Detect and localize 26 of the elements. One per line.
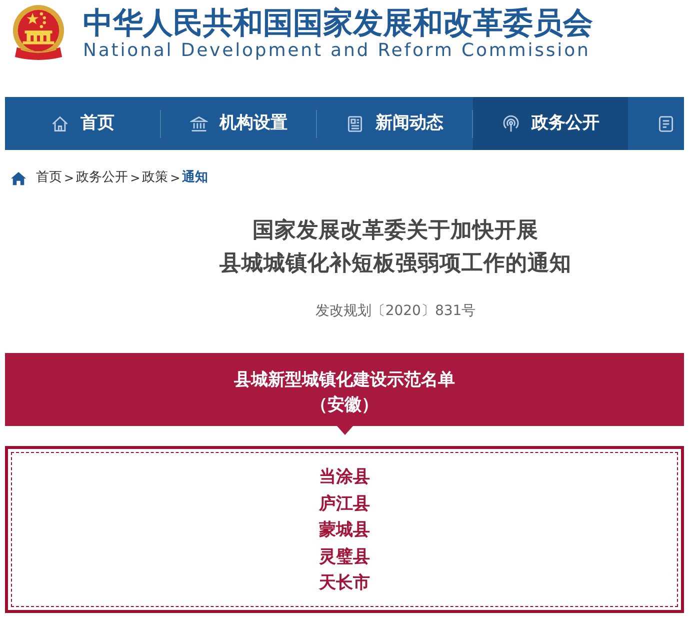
county-name: 庐江县 xyxy=(319,492,370,516)
site-subtitle: National Development and Reform Commission xyxy=(83,41,590,61)
county-name: 蒙城县 xyxy=(319,519,370,542)
site-title: 中华人民共和国国家发展和改革委员会 xyxy=(83,7,593,41)
county-name: 天长市 xyxy=(319,572,370,595)
columns-building-icon xyxy=(190,114,208,132)
document-icon xyxy=(657,114,675,132)
banner-subtitle: （安徽） xyxy=(310,394,378,417)
broadcast-icon xyxy=(502,114,520,132)
document-number: 发改规划〔2020〕831号 xyxy=(315,302,476,321)
county-name: 灵璧县 xyxy=(319,546,370,568)
breadcrumb-link[interactable]: 通知 xyxy=(182,168,208,188)
breadcrumb-separator: > xyxy=(170,170,180,187)
newspaper-icon xyxy=(346,114,364,132)
banner-title: 县城新型城镇化建设示范名单 xyxy=(234,369,455,392)
home-icon[interactable] xyxy=(10,170,27,186)
nav-tab[interactable]: 政务公开 xyxy=(473,97,628,150)
breadcrumb-separator: > xyxy=(130,170,140,187)
breadcrumb-separator: > xyxy=(64,170,74,187)
home-icon xyxy=(50,114,68,132)
emblem-icon xyxy=(11,4,66,61)
breadcrumb-link[interactable]: 政策 xyxy=(142,168,168,188)
breadcrumb-link[interactable]: 首页 xyxy=(36,168,62,188)
article-title: 国家发展改革委关于加快开展 县城城镇化补短板强弱项工作的通知 xyxy=(220,217,572,278)
breadcrumb-link[interactable]: 政务公开 xyxy=(76,168,128,188)
county-name: 当涂县 xyxy=(319,466,370,489)
